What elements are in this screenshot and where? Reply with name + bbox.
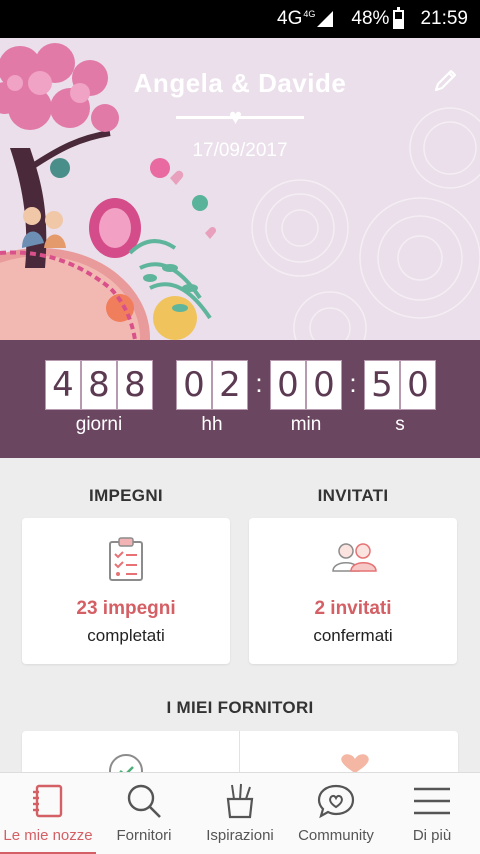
pencil-icon[interactable] <box>432 66 460 94</box>
countdown-digits: 4 8 8 0 2 : 0 0 : 5 0 <box>0 360 480 410</box>
chat-heart-icon <box>317 784 355 819</box>
pencil-cup-icon <box>226 783 254 819</box>
network-type-small: 4G <box>303 9 316 19</box>
days-digit: 4 <box>45 360 81 410</box>
guests-title: INVITATI <box>317 486 389 505</box>
seconds-digit: 0 <box>400 360 436 410</box>
wedding-date: 17/09/2017 <box>192 140 288 161</box>
clock: 21:59 <box>420 8 468 29</box>
wedding-countdown: 4 8 8 0 2 : 0 0 : 5 0 giorni hh min s <box>0 340 480 458</box>
clipboard-checklist-icon <box>109 537 143 581</box>
signal-icon <box>317 11 334 27</box>
battery-icon <box>393 6 405 29</box>
bottom-navigation: Le mie nozze Fornitori Ispirazioni Commu… <box>0 772 480 854</box>
network-indicator: 4G 4G <box>277 8 334 30</box>
tasks-card[interactable]: 23 impegni completati <box>22 518 230 664</box>
guests-subtitle: confermati <box>313 626 393 645</box>
nav-fornitori[interactable]: Fornitori <box>96 773 192 854</box>
notebook-icon <box>33 784 63 818</box>
couple-names: Angela & Davide <box>133 68 347 98</box>
search-icon <box>127 784 161 818</box>
tasks-count: 23 impegni <box>76 598 176 619</box>
nav-di-piu[interactable]: Di più <box>384 773 480 854</box>
nav-le-mie-nozze[interactable]: Le mie nozze <box>0 773 96 854</box>
battery-indicator: 48% <box>351 6 405 30</box>
nav-label: Le mie nozze <box>3 827 93 844</box>
status-bar: 4G 4G 48% 21:59 <box>0 0 480 38</box>
nav-ispirazioni[interactable]: Ispirazioni <box>192 773 288 854</box>
menu-icon <box>414 787 450 815</box>
nav-label: Fornitori <box>116 827 172 844</box>
heart-icon: ♥ <box>229 104 243 129</box>
wedding-hero: Angela & Davide ♥ 17/09/2017 <box>0 38 480 340</box>
hours-digit: 2 <box>212 360 248 410</box>
minutes-digit: 0 <box>270 360 306 410</box>
guests-count: 2 invitati <box>314 598 392 619</box>
network-type: 4G <box>277 8 303 29</box>
minutes-label: min <box>290 414 322 435</box>
tasks-title: IMPEGNI <box>89 486 163 505</box>
couple-icon <box>332 543 377 572</box>
guests-card[interactable]: 2 invitati confermati <box>249 518 457 664</box>
time-separator: : <box>255 368 263 398</box>
nav-label: Di più <box>412 827 452 844</box>
nav-label: Ispirazioni <box>206 827 274 844</box>
tasks-subtitle: completati <box>87 626 165 645</box>
days-digit: 8 <box>81 360 117 410</box>
vendors-title: I MIEI FORNITORI <box>166 698 314 717</box>
hours-label: hh <box>201 414 223 435</box>
seconds-label: s <box>395 414 405 435</box>
hours-digit: 0 <box>176 360 212 410</box>
days-digit: 8 <box>117 360 153 410</box>
minutes-digit: 0 <box>306 360 342 410</box>
seconds-digit: 5 <box>364 360 400 410</box>
nav-community[interactable]: Community <box>288 773 384 854</box>
time-separator: : <box>349 368 357 398</box>
battery-level: 48% <box>351 8 390 29</box>
heart-outline-icon <box>341 754 369 773</box>
days-label: giorni <box>75 414 123 435</box>
nav-label: Community <box>298 827 374 844</box>
